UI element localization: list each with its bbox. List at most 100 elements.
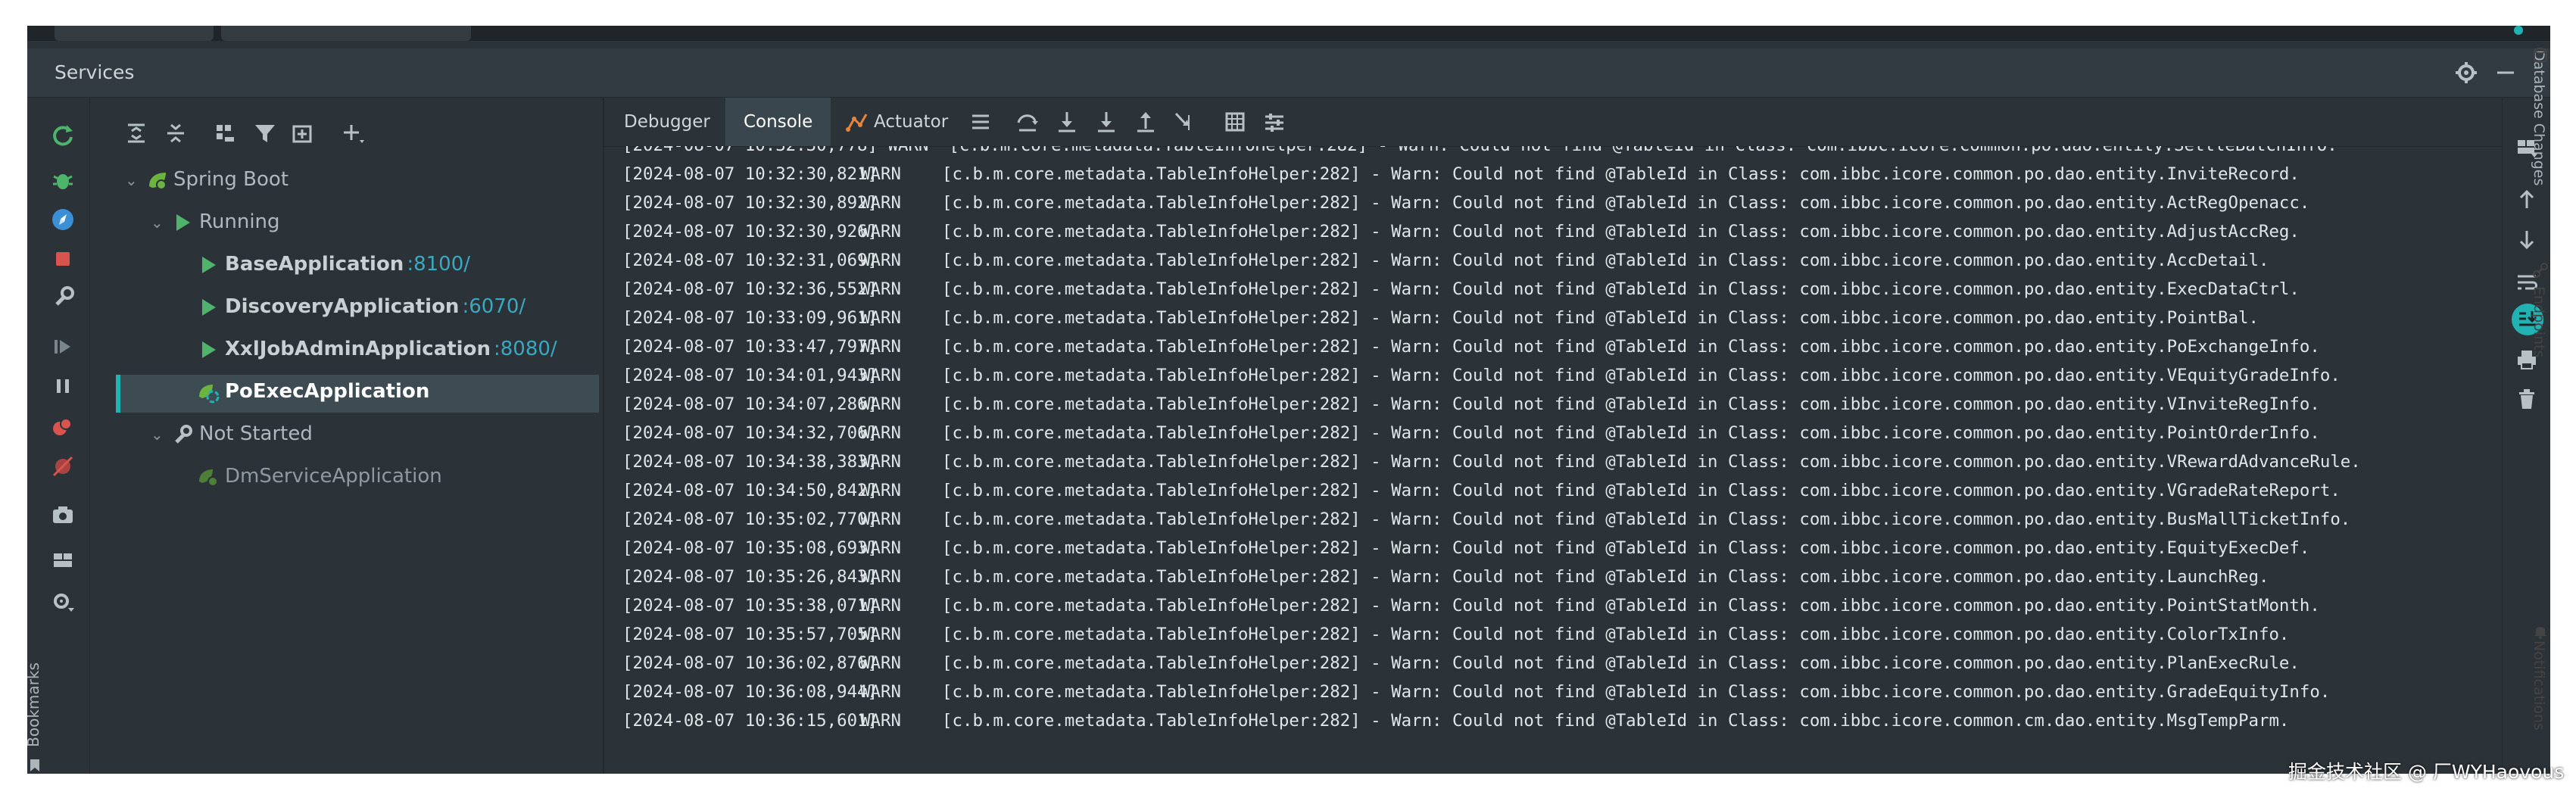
notifications-side-label[interactable]: Notifications xyxy=(2531,640,2547,731)
layout-icon[interactable] xyxy=(50,547,76,573)
settings-icon[interactable] xyxy=(50,588,76,614)
top-partial-button-1[interactable] xyxy=(55,26,214,41)
debug-bug-icon[interactable] xyxy=(50,167,76,193)
log-timestamp: [2024-08-07 10:35:38,071] xyxy=(622,596,878,615)
app-port-link[interactable]: :8100/ xyxy=(407,253,470,276)
log-message: [c.b.m.core.metadata.TableInfoHelper:282… xyxy=(942,394,2320,414)
app-name: XxlJobAdminApplication xyxy=(225,338,491,360)
wrench-icon xyxy=(175,424,192,444)
log-timestamp: [2024-08-07 10:32:30,821] xyxy=(622,164,878,184)
tree-node-spring-boot[interactable]: ⌄ Spring Boot xyxy=(125,161,288,198)
run-to-cursor-icon[interactable] xyxy=(1172,109,1198,135)
group-by-icon[interactable] xyxy=(213,120,239,146)
log-line: [2024-08-07 10:32:30,892]WARN [c.b.m.core… xyxy=(622,189,2309,217)
log-level: WARN xyxy=(860,625,901,644)
log-timestamp: [2024-08-07 10:34:32,706] xyxy=(622,423,878,443)
tree-node-label: Spring Boot xyxy=(173,168,289,191)
log-message: [c.b.m.core.metadata.TableInfoHelper:282… xyxy=(942,337,2320,357)
actuator-icon xyxy=(846,114,868,132)
selected-row-marker xyxy=(116,375,120,413)
log-line: [2024-08-07 10:35:38,071]WARN [c.b.m.core… xyxy=(622,591,2320,620)
tree-item-base-application[interactable]: BaseApplication:8100/ xyxy=(196,246,470,282)
log-level: WARN xyxy=(860,337,901,357)
log-line: [2024-08-07 10:32:36,552]WARN [c.b.m.core… xyxy=(622,275,2300,304)
tree-item-poexec-application[interactable]: PoExecApplication xyxy=(196,373,429,410)
camera-icon[interactable] xyxy=(50,502,76,528)
log-level: WARN xyxy=(860,423,901,443)
spring-app-starting-icon xyxy=(199,384,220,403)
pause-icon[interactable] xyxy=(50,373,76,399)
log-line: [2024-08-07 10:34:32,706]WARN [c.b.m.core… xyxy=(622,419,2320,447)
filter-icon[interactable] xyxy=(252,120,278,146)
tree-group-label: Running xyxy=(199,210,280,233)
tree-group-not-started[interactable]: ⌄ Not Started xyxy=(151,416,313,452)
arrow-down-icon[interactable] xyxy=(2515,228,2539,252)
new-tab-icon[interactable] xyxy=(290,120,316,146)
app-port-link[interactable]: :6070/ xyxy=(462,295,525,318)
log-timestamp: [2024-08-07 10:36:02,876] xyxy=(622,653,878,673)
gear-icon[interactable] xyxy=(2453,60,2479,86)
menu-lines-icon[interactable] xyxy=(968,109,993,135)
log-level: WARN xyxy=(860,164,901,184)
expand-all-icon[interactable] xyxy=(123,120,149,146)
arrow-up-icon[interactable] xyxy=(2515,187,2539,211)
log-line: [2024-08-07 10:36:15,601]WARN [c.b.m.core… xyxy=(622,706,2289,735)
spring-boot-icon xyxy=(149,172,167,190)
services-tree-panel: ⌄ Spring Boot ⌄ Running BaseApplication:81… xyxy=(90,98,604,774)
log-message: [c.b.m.core.metadata.TableInfoHelper:282… xyxy=(942,164,2300,184)
chevron-down-icon[interactable]: ⌄ xyxy=(151,416,170,453)
wrench-icon[interactable] xyxy=(50,284,76,310)
log-timestamp: [2024-08-07 10:34:07,286] xyxy=(622,394,878,414)
log-line: [2024-08-07 10:35:57,705]WARN [c.b.m.core… xyxy=(622,620,2289,649)
chevron-down-icon[interactable]: ⌄ xyxy=(125,162,145,198)
log-message: [c.b.m.core.metadata.TableInfoHelper:282… xyxy=(942,625,2290,644)
console-log-output[interactable]: [2024-08-07 10:32:30,778] WARN [c.b.m.co… xyxy=(604,146,2502,774)
step-out-icon[interactable] xyxy=(1133,109,1159,135)
log-timestamp: [2024-08-07 10:32:31,069] xyxy=(622,251,878,270)
trace-settings-icon[interactable] xyxy=(1261,109,1287,135)
tab-console[interactable]: Console xyxy=(725,98,831,146)
force-step-into-icon[interactable] xyxy=(1093,109,1119,135)
evaluate-expression-icon[interactable] xyxy=(1222,109,1248,135)
endpoints-side-label[interactable]: Endpoints xyxy=(2531,286,2547,357)
log-message: [c.b.m.core.metadata.TableInfoHelper:282… xyxy=(942,596,2320,615)
step-into-icon[interactable] xyxy=(1054,109,1080,135)
chevron-down-icon[interactable]: ⌄ xyxy=(151,204,170,241)
tree-group-running[interactable]: ⌄ Running xyxy=(151,204,280,240)
tab-debugger[interactable]: Debugger xyxy=(606,98,728,146)
bookmarks-side-label[interactable]: Bookmarks xyxy=(27,662,42,747)
log-level: WARN xyxy=(860,394,901,414)
step-over-icon[interactable] xyxy=(1015,109,1040,135)
rerun-icon[interactable] xyxy=(50,122,76,148)
log-level: WARN xyxy=(860,193,901,213)
mute-breakpoints-icon[interactable] xyxy=(50,453,76,479)
tree-item-discovery-application[interactable]: DiscoveryApplication:6070/ xyxy=(196,288,525,325)
run-icon xyxy=(176,213,190,231)
trash-icon[interactable] xyxy=(2515,387,2539,411)
log-message: [c.b.m.core.metadata.TableInfoHelper:282… xyxy=(942,308,2259,328)
add-service-icon[interactable] xyxy=(340,120,366,146)
stop-icon[interactable] xyxy=(50,246,76,272)
log-timestamp: [2024-08-07 10:36:15,601] xyxy=(622,711,878,731)
log-line: [2024-08-07 10:33:09,961]WARN [c.b.m.core… xyxy=(622,304,2259,332)
minimize-icon[interactable] xyxy=(2493,60,2518,86)
log-message: [c.b.m.core.metadata.TableInfoHelper:282… xyxy=(942,279,2300,299)
top-editor-strip xyxy=(27,26,2550,41)
tree-item-xxljobadmin-application[interactable]: XxlJobAdminApplication:8080/ xyxy=(196,331,557,367)
log-level: WARN xyxy=(860,222,901,242)
app-port-link[interactable]: :8080/ xyxy=(494,338,557,360)
top-partial-button-2[interactable] xyxy=(221,26,471,41)
compass-icon[interactable] xyxy=(50,207,76,232)
log-message: [c.b.m.core.metadata.TableInfoHelper:282… xyxy=(942,538,2310,558)
tree-item-dmservice-application[interactable]: DmServiceApplication xyxy=(196,458,442,494)
collapse-all-icon[interactable] xyxy=(163,120,189,146)
database-changes-side-label[interactable]: Database Changes xyxy=(2531,50,2547,185)
database-icon xyxy=(2534,48,2547,63)
tab-actuator[interactable]: Actuator xyxy=(828,98,966,146)
status-dot xyxy=(2514,26,2523,35)
log-level: WARN xyxy=(860,596,901,615)
resume-icon[interactable] xyxy=(50,334,76,360)
log-level: WARN xyxy=(860,481,901,500)
view-breakpoints-icon[interactable] xyxy=(50,414,76,440)
log-level: WARN xyxy=(860,452,901,472)
